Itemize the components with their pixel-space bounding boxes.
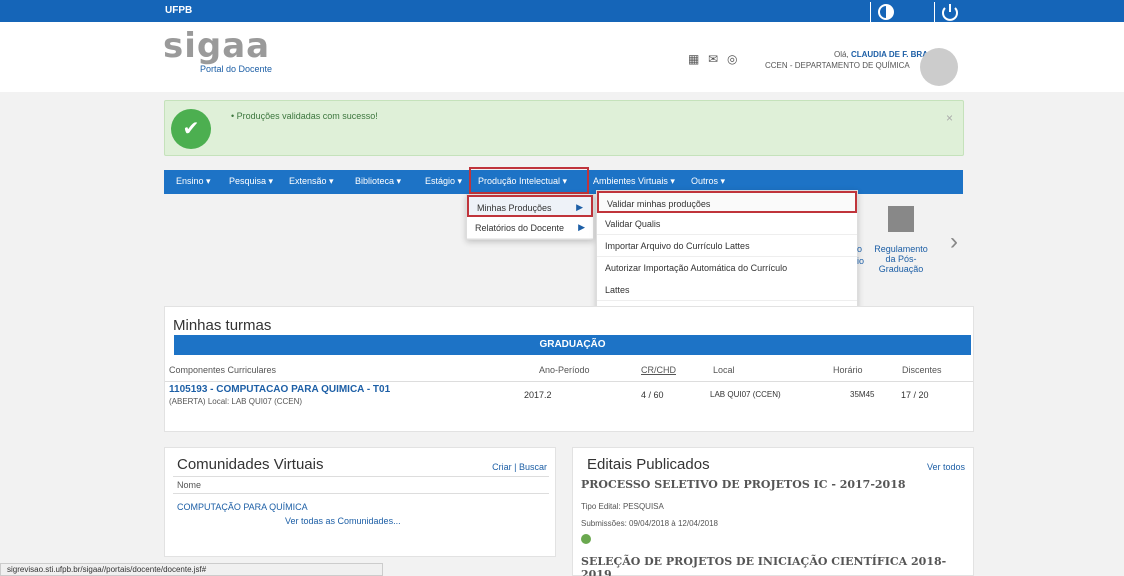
status-bar-url: sigrevisao.sti.ufpb.br/sigaa//portais/do… [0, 563, 383, 576]
menu-ensino[interactable]: Ensino ▾ [176, 176, 211, 187]
col-ano-periodo: Ano-Período [539, 365, 590, 375]
comunidade-item[interactable]: COMPUTAÇÃO PARA QUÍMICA [177, 502, 308, 512]
menu-extensao[interactable]: Extensão ▾ [289, 176, 334, 187]
check-icon: ✔ [171, 109, 211, 149]
go-icon[interactable] [581, 534, 591, 544]
edital-1-submissoes: Submissões: 09/04/2018 à 12/04/2018 [581, 519, 718, 528]
submenu-minhas-producoes-list: Validar minhas produções Validar Qualis … [596, 190, 858, 324]
edital-1-tipo: Tipo Edital: PESQUISA [581, 502, 664, 511]
col-crchd[interactable]: CR/CHD [641, 365, 676, 375]
comunidades-panel: Comunidades Virtuais Criar | Buscar Nome… [164, 447, 556, 557]
turma-name[interactable]: 1105193 - COMPUTACAO PARA QUIMICA - T01 [169, 384, 390, 395]
submenu-producao: Minhas Produções ▶ Relatórios do Docente ▶ [466, 194, 594, 240]
minhas-turmas-panel: Minhas turmas GRADUAÇÃO Componentes Curr… [164, 306, 974, 432]
chevron-right-icon: ▶ [576, 202, 583, 212]
menu-outros[interactable]: Outros ▾ [691, 176, 725, 187]
edital-2-title[interactable]: SELEÇÃO DE PROJETOS DE INICIAÇÃO CIENTÍF… [581, 555, 973, 576]
turma-horario: 35M45 [850, 390, 875, 399]
comunidades-col: Nome [177, 480, 202, 490]
contrast-icon[interactable] [870, 2, 900, 22]
org-name: UFPB [165, 5, 193, 16]
col-local: Local [713, 365, 735, 375]
greeting-prefix: Olá, [834, 50, 849, 59]
portal-name: Portal do Docente [200, 64, 273, 74]
item-validar-qualis[interactable]: Validar Qualis [597, 213, 857, 235]
panel-title: Minhas turmas [173, 317, 272, 334]
avatar[interactable] [920, 48, 958, 86]
menu-estagio[interactable]: Estágio ▾ [425, 176, 462, 187]
menu-pesquisa[interactable]: Pesquisa ▾ [229, 176, 273, 187]
message-text: Produções validadas com sucesso! [236, 111, 378, 121]
edital-1-title[interactable]: PROCESSO SELETIVO DE PROJETOS IC - 2017-… [581, 478, 906, 491]
turma-sub: (ABERTA) Local: LAB QUI07 (CCEN) [169, 397, 303, 406]
success-message: ✔ • Produções validadas com sucesso! × [164, 100, 964, 156]
comunidades-actions[interactable]: Criar | Buscar [492, 462, 547, 472]
editais-title: Editais Publicados [587, 456, 710, 473]
turma-crchd: 4 / 60 [641, 390, 664, 400]
selected-menu-highlight [469, 167, 589, 194]
grid-icon[interactable]: ▦ [688, 52, 699, 66]
editais-panel: Editais Publicados Ver todos PROCESSO SE… [572, 447, 974, 576]
book-icon[interactable] [888, 206, 914, 232]
turma-discentes: 17 / 20 [901, 390, 929, 400]
item-importar-lattes[interactable]: Importar Arquivo do Currículo Lattes [597, 235, 857, 257]
mail-icon[interactable]: ✉ [708, 52, 718, 66]
power-icon[interactable] [934, 2, 964, 22]
carousel-partial-1[interactable]: o [857, 244, 862, 254]
menu-ambientes-virtuais[interactable]: Ambientes Virtuais ▾ [593, 176, 675, 187]
col-horario: Horário [833, 365, 863, 375]
close-icon[interactable]: × [946, 111, 953, 125]
item-autorizar-importacao[interactable]: Autorizar Importação Automática do Currí… [597, 257, 857, 279]
carousel-partial-2[interactable]: io [857, 256, 864, 266]
next-arrow-icon[interactable]: › [950, 228, 958, 256]
group-header: GRADUAÇÃO [174, 335, 971, 355]
top-bar: UFPB [0, 0, 1124, 22]
comunidades-title: Comunidades Virtuais [177, 456, 324, 473]
department: CCEN - DEPARTAMENTO DE QUÍMICA [765, 61, 910, 70]
item-autorizar-importacao-cont[interactable]: Lattes [597, 279, 857, 301]
ver-todas-comunidades[interactable]: Ver todas as Comunidades... [285, 516, 401, 526]
col-discentes: Discentes [902, 365, 942, 375]
network-icon[interactable]: ◎ [727, 52, 737, 66]
ver-todos-editais[interactable]: Ver todos [927, 462, 965, 472]
logo: sigaa [163, 26, 271, 66]
item-validar-minhas-producoes[interactable]: Validar minhas produções [597, 191, 857, 213]
submenu-relatorios[interactable]: Relatórios do Docente ▶ [467, 217, 593, 239]
col-componentes: Componentes Curriculares [169, 365, 277, 375]
turma-local: LAB QUI07 (CCEN) [710, 390, 781, 399]
tile-regulamento[interactable]: Regulamento da Pós-Graduação [871, 244, 931, 274]
menu-biblioteca[interactable]: Biblioteca ▾ [355, 176, 401, 187]
chevron-right-icon: ▶ [578, 222, 585, 232]
turma-periodo: 2017.2 [524, 390, 552, 400]
submenu-minhas-producoes[interactable]: Minhas Produções ▶ [467, 195, 593, 217]
